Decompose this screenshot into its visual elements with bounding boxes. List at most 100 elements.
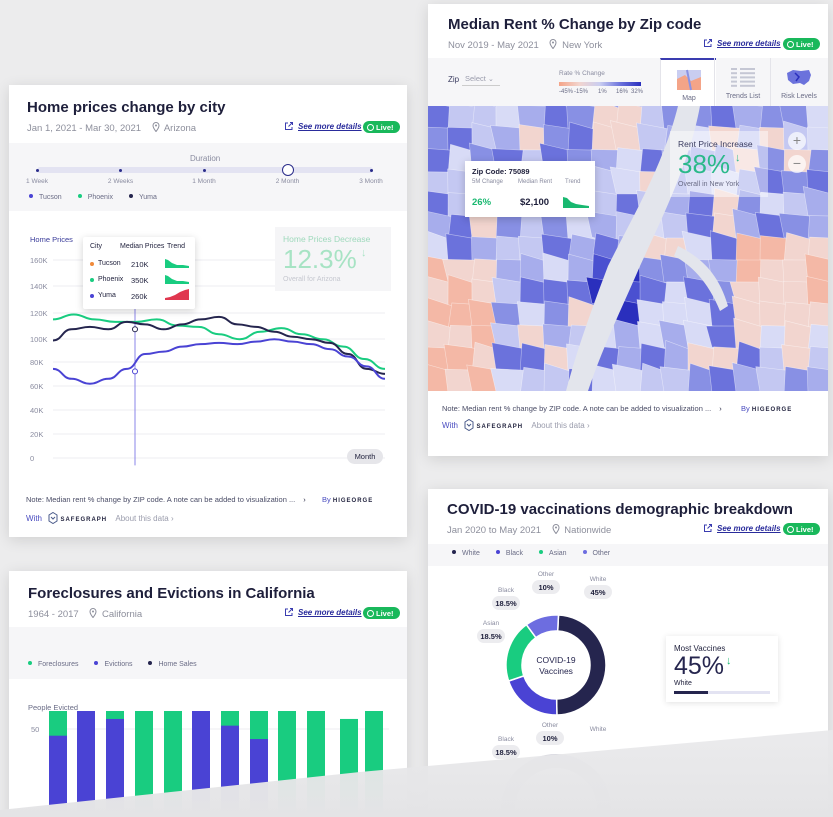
live-badge: Live! — [783, 523, 820, 535]
note: Note: Median rent % change by ZIP code. … — [442, 404, 722, 413]
donut-center-label: COVID-19 — [536, 655, 575, 665]
nyc-zip-map[interactable] — [428, 106, 828, 391]
location-pin-icon — [549, 39, 557, 49]
with-line: With SAFEGRAPH About this data › — [26, 511, 174, 525]
with-line: With SAFEGRAPH About this data › — [442, 418, 590, 432]
city-dot-icon — [90, 278, 94, 282]
y-tick-label: 100K — [30, 335, 48, 344]
popup-rent: $2,100 — [520, 197, 550, 208]
legend-item[interactable]: Black — [495, 550, 523, 557]
zip-region[interactable] — [806, 366, 828, 391]
rate-tick: 16% — [616, 89, 629, 95]
duration-label: Duration — [190, 154, 221, 163]
about-data-link[interactable]: About this data › — [531, 421, 589, 430]
legend-label: Foreclosures — [38, 661, 79, 668]
duration-dot[interactable] — [202, 168, 206, 172]
legend-item[interactable]: Home Sales — [148, 661, 197, 668]
crosshair-point — [132, 326, 138, 333]
location-pin-icon — [152, 122, 160, 132]
tab-map[interactable]: Map — [660, 58, 716, 106]
legend-item[interactable]: Foreclosures — [28, 661, 78, 668]
see-more-link[interactable]: See more details — [717, 524, 781, 533]
legend-dot-icon — [28, 661, 32, 665]
tab-label: Trends List — [725, 93, 761, 100]
legend-dot-icon — [582, 550, 587, 554]
legend-item[interactable]: Asian — [539, 550, 567, 557]
card-title: Home prices change by city — [27, 99, 226, 116]
location: New York — [562, 40, 603, 51]
y-tick-label: 120K — [30, 309, 48, 318]
duration-option-4[interactable]: 3 Month — [351, 178, 391, 185]
tooltip-header-city: City — [90, 243, 103, 250]
see-more-link[interactable]: See more details — [298, 608, 362, 617]
city-legend: Tucson Phoenix Yuma — [29, 194, 173, 201]
stat-panel: Rent Price Increase 38% ↓ Overall in New… — [670, 131, 768, 197]
legend-item[interactable]: White — [452, 550, 480, 557]
slice-pct-label: 18.5% — [480, 632, 502, 641]
tab-trends-list[interactable]: Trends List — [714, 58, 770, 106]
note: Note: Median rent % change by ZIP code. … — [26, 495, 306, 504]
legend-item[interactable]: Tucson — [29, 194, 62, 201]
legend-label: White — [462, 550, 480, 557]
duration-option-3[interactable]: 2 Month — [268, 178, 308, 185]
y-tick-label: 140K — [30, 282, 48, 291]
external-link-icon[interactable] — [703, 38, 713, 48]
see-more-link[interactable]: See more details — [717, 39, 781, 48]
card-title: COVID-19 vaccinations demographic breakd… — [447, 501, 793, 518]
duration-dot[interactable] — [369, 168, 373, 172]
map-icon — [677, 69, 701, 91]
legend-dot-icon — [452, 550, 456, 554]
zoom-in-button[interactable]: + — [788, 132, 806, 150]
zip-popup: Zip Code: 75089 5M Change Median Rent Tr… — [465, 161, 595, 217]
stat-caption: Overall for Arizona — [283, 276, 341, 283]
safegraph-logo-icon — [48, 511, 58, 525]
external-link-icon[interactable] — [284, 121, 294, 131]
chevron-right-icon[interactable]: › — [719, 404, 722, 413]
zoom-out-button[interactable]: − — [788, 155, 806, 173]
city-dot-icon — [90, 262, 94, 266]
rate-tick: -45% — [559, 89, 574, 95]
legend-item[interactable]: Evictions — [94, 661, 132, 668]
zip-select[interactable]: Select ⌄ — [462, 72, 500, 86]
legend-item[interactable]: Other — [582, 550, 610, 557]
tab-label: Risk Levels — [781, 93, 817, 100]
zip-label: Zip — [448, 75, 460, 84]
live-dot-icon — [367, 610, 374, 617]
arrow-down-icon: ↓ — [726, 655, 732, 667]
y-tick-label: 160K — [30, 256, 48, 265]
slice-name-label: White — [590, 576, 607, 583]
month-button[interactable]: Month — [347, 449, 383, 464]
legend-item[interactable]: Yuma — [129, 194, 157, 201]
y-tick-label: 60K — [30, 382, 43, 391]
external-link-icon[interactable] — [284, 607, 294, 617]
zip-region[interactable] — [807, 126, 828, 153]
duration-option-2[interactable]: 1 Month — [184, 178, 224, 185]
most-value: 45% — [674, 652, 725, 680]
legend-item[interactable]: Phoenix — [77, 194, 113, 201]
chevron-down-icon: ⌄ — [487, 76, 494, 83]
stat-title: Rent Price Increase — [678, 139, 753, 149]
duration-handle[interactable] — [281, 164, 294, 176]
chevron-right-icon[interactable]: › — [303, 495, 306, 504]
most-progress — [674, 691, 770, 694]
tooltip-city: Tucson — [98, 260, 121, 267]
trend-sparkline-icon — [563, 197, 589, 208]
zip-popup-title: Zip Code: 75089 — [472, 167, 530, 176]
stat-caption: Overall in New York — [678, 181, 740, 188]
live-dot-icon — [367, 124, 374, 131]
duration-option-1[interactable]: 2 Weeks — [101, 178, 141, 185]
external-link-icon[interactable] — [703, 523, 713, 533]
duration-dot[interactable] — [119, 168, 122, 172]
trend-sparkline-icon — [165, 275, 189, 284]
brand-logo: HIGEORGE — [332, 498, 374, 504]
about-data-link[interactable]: About this data › — [115, 514, 173, 523]
tab-risk-levels[interactable]: Risk Levels — [770, 58, 826, 106]
see-more-link[interactable]: See more details — [298, 122, 362, 131]
popup-header-change: 5M Change — [472, 179, 504, 185]
card-title: Median Rent % Change by Zip code — [448, 16, 702, 33]
duration-dot[interactable] — [35, 168, 39, 172]
by-label: By — [741, 404, 750, 413]
slice-name-label: Other — [538, 571, 555, 578]
donut-hole — [525, 634, 587, 696]
duration-option-0[interactable]: 1 Week — [17, 178, 57, 185]
